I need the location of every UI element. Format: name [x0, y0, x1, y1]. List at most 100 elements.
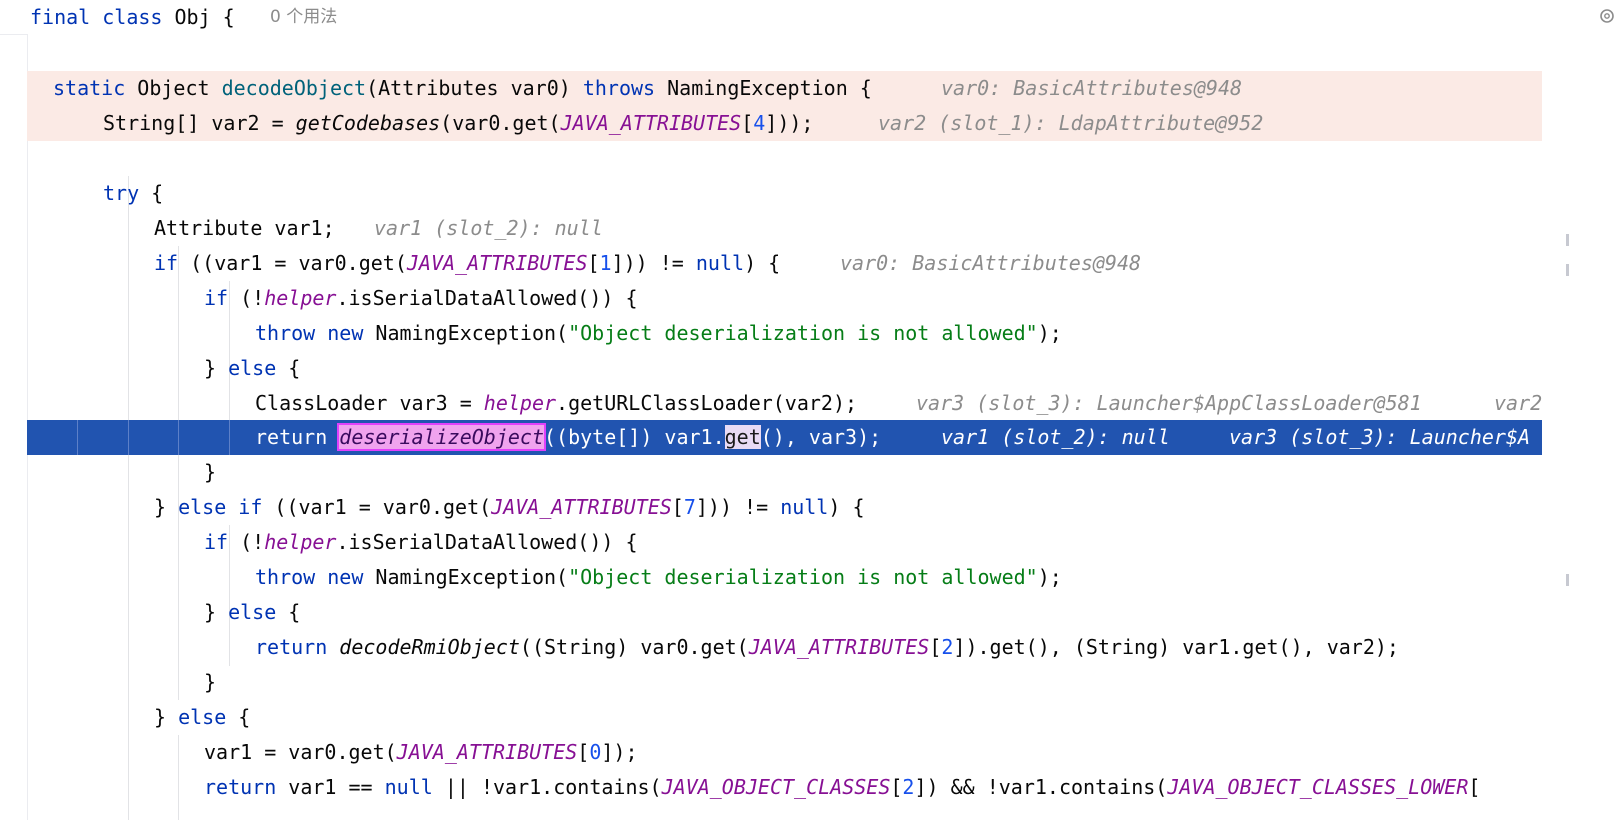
code-line[interactable]: if (!helper.isSerialDataAllowed()) {	[27, 525, 1617, 560]
code-text: throw new NamingException("Object deseri…	[255, 316, 1062, 351]
code-token: null	[384, 775, 433, 799]
code-token: ((var1 = var0.get(	[262, 495, 492, 519]
code-line[interactable]: return decodeRmiObject((String) var0.get…	[27, 630, 1617, 665]
code-token: .isSerialDataAllowed()) {	[336, 286, 638, 310]
indent-guide	[178, 420, 179, 455]
code-line[interactable]: if ((var1 = var0.get(JAVA_ATTRIBUTES[1])…	[27, 246, 1617, 281]
code-token: (), var3);	[760, 425, 882, 449]
code-token: ])) !=	[611, 251, 696, 275]
code-token: Attribute var1;	[154, 216, 335, 240]
code-text: try {	[103, 176, 163, 211]
gear-icon[interactable]	[1597, 6, 1617, 26]
code-token: ((byte[]) var1.	[544, 425, 725, 449]
code-token: {	[139, 181, 164, 205]
code-token: helper	[264, 286, 337, 310]
code-token: ]);	[601, 740, 638, 764]
code-token: else	[178, 705, 227, 729]
code-token: if	[154, 251, 179, 275]
debug-inline-value[interactable]: var3 (slot_3): Launcher$A	[1229, 420, 1530, 455]
debug-inline-value[interactable]: var3 (slot_3): Launcher$AppClassLoader@5…	[916, 386, 1422, 421]
code-line[interactable]: static Object decodeObject(Attributes va…	[27, 71, 1617, 106]
code-token: String[] var2 =	[103, 111, 296, 135]
debug-inline-value[interactable]: var2	[1494, 386, 1542, 421]
code-line[interactable]: } else if ((var1 = var0.get(JAVA_ATTRIBU…	[27, 490, 1617, 525]
indent-guide	[128, 420, 129, 455]
code-token: var1 ==	[276, 775, 385, 799]
code-token: }	[204, 600, 229, 624]
debug-inline-value[interactable]: var0: BasicAttributes@948	[840, 246, 1141, 281]
code-line[interactable]: } else {	[27, 351, 1617, 386]
code-token: }	[154, 495, 179, 519]
code-token: NamingException(	[363, 565, 569, 589]
code-text: } else {	[204, 351, 300, 386]
code-token: if	[204, 286, 229, 310]
code-line[interactable]: throw new NamingException("Object deseri…	[27, 560, 1617, 595]
code-token: throw	[255, 565, 316, 589]
code-token: .isSerialDataAllowed()) {	[336, 530, 638, 554]
code-token: [	[1468, 775, 1481, 799]
code-line[interactable]: var1 = var0.get(JAVA_ATTRIBUTES[0]);	[27, 735, 1617, 770]
code-line[interactable]: if (!helper.isSerialDataAllowed()) {	[27, 281, 1617, 316]
code-token: [	[890, 775, 903, 799]
code-line[interactable]: Attribute var1; var1 (slot_2): null	[27, 211, 1617, 246]
code-token: new	[327, 565, 364, 589]
code-token: try	[103, 181, 140, 205]
code-token: ])) !=	[695, 495, 781, 519]
code-token: "Object deserialization is not allowed"	[568, 565, 1038, 589]
code-token: else if	[178, 495, 263, 519]
code-token: null	[695, 251, 745, 275]
code-text: if ((var1 = var0.get(JAVA_ATTRIBUTES[1])…	[154, 246, 780, 281]
class-decl-text: Obj {	[174, 5, 235, 29]
debug-inline-value[interactable]: var2 (slot_1): LdapAttribute@952	[878, 106, 1263, 141]
code-token: || !var1.contains(	[432, 775, 662, 799]
code-token: JAVA_OBJECT_CLASSES_LOWER	[1167, 775, 1469, 799]
code-token: JAVA_ATTRIBUTES	[748, 635, 930, 659]
code-line[interactable]: }	[27, 665, 1617, 700]
code-line[interactable]: String[] var2 = getCodebases(var0.get(JA…	[27, 106, 1617, 141]
code-line[interactable]: try {	[27, 176, 1617, 211]
code-token: "Object deserialization is not allowed"	[568, 321, 1038, 345]
code-token: deserializeObject	[337, 423, 546, 451]
code-token: NamingException {	[655, 76, 872, 100]
code-token: JAVA_ATTRIBUTES	[560, 111, 742, 135]
code-token: {	[226, 705, 251, 729]
code-token: else	[228, 356, 277, 380]
code-token: [	[587, 251, 600, 275]
code-token: return	[255, 635, 340, 659]
code-text: throw new NamingException("Object deseri…	[255, 560, 1062, 595]
code-line[interactable]: } else {	[27, 700, 1617, 735]
code-line[interactable]: } else {	[27, 595, 1617, 630]
code-line[interactable]: }	[27, 455, 1617, 490]
code-token: }	[204, 670, 217, 694]
code-token: ]) && !var1.contains(	[914, 775, 1168, 799]
code-token: JAVA_ATTRIBUTES	[396, 740, 578, 764]
class-decl-keyword: final class	[30, 5, 163, 29]
code-token: (!	[228, 286, 265, 310]
code-token: helper	[264, 530, 337, 554]
code-token: [	[929, 635, 942, 659]
code-text: static Object decodeObject(Attributes va…	[53, 71, 872, 106]
code-line[interactable]: return var1 == null || !var1.contains(JA…	[27, 770, 1617, 805]
code-line[interactable]: ClassLoader var3 = helper.getURLClassLoa…	[27, 386, 1617, 421]
code-token: .getURLClassLoader(var2);	[556, 391, 858, 415]
code-token: (var0.get(	[440, 111, 561, 135]
usages-hint[interactable]: 0 个用法	[270, 3, 337, 31]
class-declaration: final class Obj {	[30, 3, 235, 31]
code-token: JAVA_ATTRIBUTES	[491, 495, 672, 519]
code-text: Attribute var1;	[154, 211, 335, 246]
code-token: decodeRmiObject	[339, 635, 520, 659]
code-token: {	[276, 356, 301, 380]
code-line[interactable]: throw new NamingException("Object deseri…	[27, 316, 1617, 351]
debug-inline-value[interactable]: var1 (slot_2): null	[941, 420, 1170, 455]
code-token: 1	[599, 251, 612, 275]
indent-guide	[229, 420, 230, 455]
code-text: var1 = var0.get(JAVA_ATTRIBUTES[0]);	[204, 735, 638, 770]
code-token: 2	[902, 775, 915, 799]
code-token: }	[154, 705, 179, 729]
debug-inline-value[interactable]: var0: BasicAttributes@948	[941, 71, 1242, 106]
code-token: return	[255, 425, 340, 449]
debug-inline-value[interactable]: var1 (slot_2): null	[374, 211, 603, 246]
execution-point-line[interactable]: return deserializeObject((byte[]) var1.g…	[27, 420, 1542, 455]
code-token: JAVA_ATTRIBUTES	[406, 251, 588, 275]
